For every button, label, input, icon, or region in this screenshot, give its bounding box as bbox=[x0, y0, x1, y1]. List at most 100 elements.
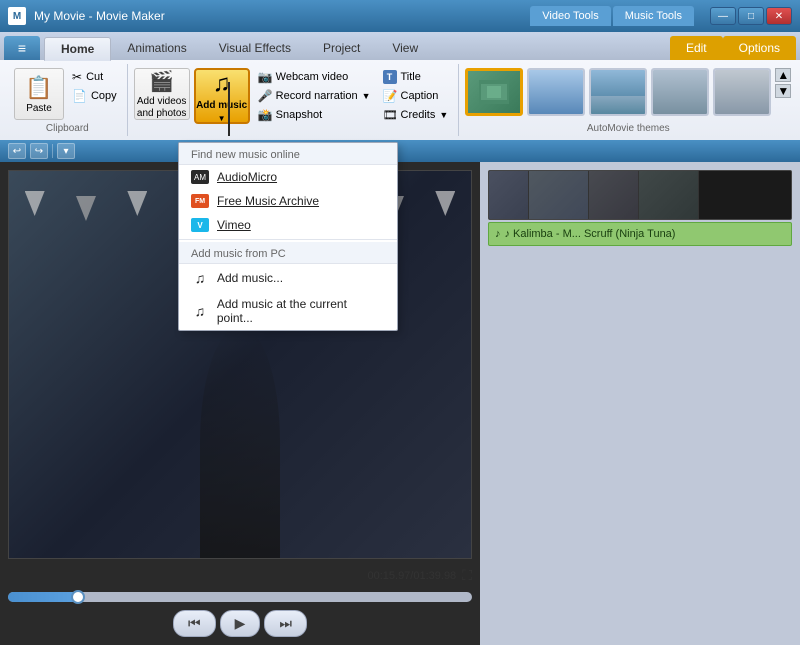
progress-fill bbox=[8, 592, 78, 602]
caption-icon: 📝 bbox=[383, 89, 397, 103]
theme-none[interactable] bbox=[465, 68, 523, 116]
fma-item[interactable]: FM Free Music Archive bbox=[179, 189, 397, 213]
theme-4[interactable] bbox=[651, 68, 709, 116]
theme-5[interactable] bbox=[713, 68, 771, 116]
tab-visual-effects[interactable]: Visual Effects bbox=[203, 36, 307, 60]
vimeo-icon: V bbox=[191, 218, 209, 232]
tab-animations[interactable]: Animations bbox=[111, 36, 202, 60]
add-music-at-point-item[interactable]: ♫ Add music at the current point... bbox=[179, 292, 397, 330]
add-videos-button[interactable]: 🎬 Add videos and photos bbox=[134, 68, 190, 120]
ribbon-group-add-media: 🎬 Add videos and photos ♫ Add music ▼ 📷 … bbox=[128, 64, 460, 136]
music-track[interactable]: ♪ ♪ Kalimba - M... Scruff (Ninja Tuna) bbox=[488, 222, 792, 246]
film-frame-2 bbox=[529, 171, 589, 219]
themes-scroll-down[interactable]: ▼ bbox=[775, 84, 791, 98]
title-bar: M My Movie - Movie Maker Video Tools Mus… bbox=[0, 0, 800, 32]
copy-button[interactable]: 📄 Copy bbox=[68, 87, 121, 105]
qat-menu-button[interactable]: ▾ bbox=[57, 143, 75, 159]
film-frame-4 bbox=[639, 171, 699, 219]
tab-home[interactable]: Home bbox=[44, 37, 111, 61]
redo-button[interactable]: ↪ bbox=[30, 143, 48, 159]
microphone-icon: 🎤 bbox=[258, 89, 272, 103]
add-music-dropdown-arrow: ▼ bbox=[218, 114, 226, 123]
play-button[interactable]: ▶ bbox=[220, 610, 261, 637]
theme-2[interactable] bbox=[527, 68, 585, 116]
record-narration-arrow: ▼ bbox=[362, 91, 371, 101]
tab-music-tools[interactable]: Music Tools bbox=[613, 6, 694, 26]
credits-arrow: ▼ bbox=[439, 110, 448, 120]
themes-scroll-up[interactable]: ▲ bbox=[775, 68, 791, 82]
undo-button[interactable]: ↩ bbox=[8, 143, 26, 159]
title-icon: T bbox=[383, 70, 397, 84]
pc-music-header: Add music from PC bbox=[179, 242, 397, 264]
progress-thumb[interactable] bbox=[71, 590, 85, 604]
credits-icon: 🎞 bbox=[383, 108, 397, 122]
themes-nav: ▲ ▼ bbox=[775, 68, 791, 98]
fma-icon: FM bbox=[191, 194, 209, 208]
close-button[interactable]: ✕ bbox=[766, 7, 792, 25]
add-music-item-icon: ♫ bbox=[191, 269, 209, 287]
app-menu-button[interactable]: ≡ bbox=[4, 36, 40, 60]
ribbon-group-clipboard: 📋 Paste ✂ Cut 📄 Copy Clipboard bbox=[8, 64, 128, 136]
video-figure bbox=[200, 326, 280, 558]
ribbon-tabs: ≡ Home Animations Visual Effects Project… bbox=[0, 32, 800, 60]
app-icon: M bbox=[8, 7, 26, 25]
title-button[interactable]: T Title bbox=[379, 68, 453, 86]
add-videos-icon: 🎬 bbox=[149, 69, 174, 94]
add-music-item[interactable]: ♫ Add music... bbox=[179, 264, 397, 292]
tab-video-tools[interactable]: Video Tools bbox=[530, 6, 610, 26]
paste-icon: 📋 bbox=[25, 75, 52, 101]
minimize-button[interactable]: — bbox=[710, 7, 736, 25]
music-note-icon: ♪ bbox=[495, 228, 501, 240]
bunting-flag-9 bbox=[435, 191, 455, 216]
bunting-flag-2 bbox=[76, 196, 96, 221]
clipboard-group-label: Clipboard bbox=[14, 121, 121, 136]
tab-project[interactable]: Project bbox=[307, 36, 376, 60]
menu-divider bbox=[179, 239, 397, 240]
caption-button[interactable]: 📝 Caption bbox=[379, 87, 453, 105]
vimeo-item[interactable]: V Vimeo bbox=[179, 213, 397, 237]
prev-frame-button[interactable]: ⏮ bbox=[173, 610, 216, 637]
quick-access-toolbar: ↩ ↪ ▾ bbox=[0, 140, 800, 162]
tab-edit[interactable]: Edit bbox=[670, 36, 723, 60]
film-frame-3 bbox=[589, 171, 639, 219]
film-frame-1 bbox=[489, 171, 529, 219]
progress-bar[interactable] bbox=[8, 592, 472, 602]
maximize-button[interactable]: □ bbox=[738, 7, 764, 25]
copy-icon: 📄 bbox=[72, 89, 87, 103]
fullscreen-button[interactable]: ⛶ bbox=[462, 567, 472, 584]
bunting-flag-1 bbox=[25, 191, 45, 216]
add-music-button[interactable]: ♫ Add music ▼ bbox=[194, 68, 250, 124]
bunting-flag-3 bbox=[127, 191, 147, 216]
app-title: My Movie - Movie Maker bbox=[34, 9, 522, 23]
film-strip bbox=[488, 170, 792, 220]
tab-options[interactable]: Options bbox=[723, 36, 796, 60]
add-music-dropdown: Find new music online AM AudioMicro FM F… bbox=[178, 142, 398, 331]
ribbon-content: 📋 Paste ✂ Cut 📄 Copy Clipboard 🎬 Add v bbox=[0, 60, 800, 140]
themes-group-label: AutoMovie themes bbox=[465, 121, 791, 136]
qat-separator bbox=[52, 144, 53, 158]
title-bar-tools: Video Tools Music Tools bbox=[530, 6, 694, 26]
timeline-panel: ♪ ♪ Kalimba - M... Scruff (Ninja Tuna) bbox=[480, 162, 800, 645]
cut-icon: ✂ bbox=[72, 70, 82, 84]
credits-button[interactable]: 🎞 Credits ▼ bbox=[379, 106, 453, 124]
add-music-at-point-icon: ♫ bbox=[191, 302, 209, 320]
paste-button[interactable]: 📋 Paste bbox=[14, 68, 64, 120]
webcam-icon: 📷 bbox=[258, 70, 272, 84]
online-music-header: Find new music online bbox=[179, 143, 397, 165]
theme-3[interactable] bbox=[589, 68, 647, 116]
tab-view[interactable]: View bbox=[376, 36, 434, 60]
time-display: 00:15.97/01:39.98 ⛶ bbox=[8, 567, 472, 584]
add-media-group-label bbox=[134, 132, 453, 136]
cut-button[interactable]: ✂ Cut bbox=[68, 68, 121, 86]
audiomicro-icon: AM bbox=[191, 170, 209, 184]
webcam-video-button[interactable]: 📷 Webcam video bbox=[254, 68, 375, 86]
main-content: 00:15.97/01:39.98 ⛶ ⏮ ▶ ⏭ bbox=[0, 162, 800, 645]
record-narration-button[interactable]: 🎤 Record narration ▼ bbox=[254, 87, 375, 105]
ribbon-group-themes: ▲ ▼ AutoMovie themes bbox=[459, 64, 797, 136]
next-frame-button[interactable]: ⏭ bbox=[264, 610, 307, 637]
audiomicro-item[interactable]: AM AudioMicro bbox=[179, 165, 397, 189]
snapshot-icon: 📸 bbox=[258, 108, 272, 122]
window-controls: — □ ✕ bbox=[710, 7, 792, 25]
snapshot-button[interactable]: 📸 Snapshot bbox=[254, 106, 375, 124]
playback-controls: ⏮ ▶ ⏭ bbox=[8, 610, 472, 637]
